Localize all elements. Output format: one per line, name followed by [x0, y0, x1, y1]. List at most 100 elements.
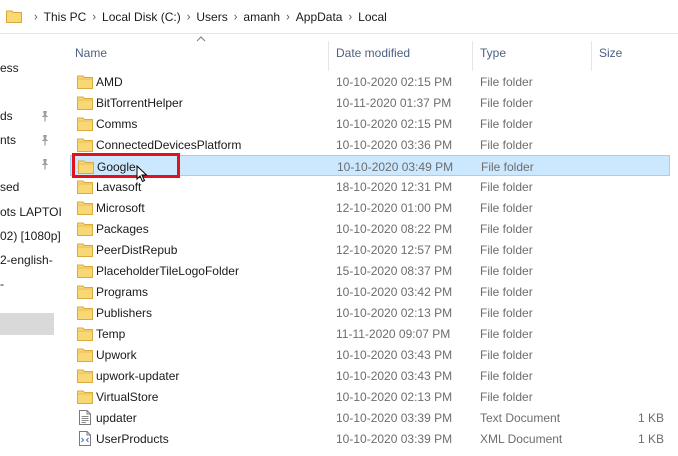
file-type: File folder [480, 369, 533, 383]
breadcrumb-item[interactable]: This PC [44, 10, 87, 24]
list-item[interactable]: updater 10-10-2020 03:39 PM Text Document 1… [70, 407, 670, 428]
file-type: File folder [480, 201, 533, 215]
navigation-pane[interactable]: ess ds nts sed ots LAPTOI 02) [1080p] 2-englis… [0, 35, 66, 456]
list-item[interactable]: VirtualStore 10-10-2020 02:13 PM File fold… [70, 386, 670, 407]
nav-item[interactable]: - [0, 277, 4, 291]
list-item[interactable]: UserProducts 10-10-2020 03:39 PM XML Docum… [70, 428, 670, 449]
folder-icon [77, 96, 93, 110]
folder-icon [78, 160, 94, 174]
file-name: PlaceholderTileLogoFolder [96, 264, 239, 278]
breadcrumb-item[interactable]: AppData [296, 10, 343, 24]
folder-icon [77, 180, 93, 194]
nav-item[interactable]: ds [0, 109, 13, 123]
list-item[interactable]: Publishers 10-10-2020 02:13 PM File folder [70, 302, 670, 323]
file-name: PeerDistRepub [96, 243, 178, 257]
file-type: File folder [480, 117, 533, 131]
file-date-modified: 10-10-2020 02:13 PM [336, 390, 453, 404]
breadcrumb-separator-icon[interactable]: › [34, 10, 38, 23]
breadcrumb-item[interactable]: amanh [243, 10, 280, 24]
file-date-modified: 10-10-2020 03:36 PM [336, 138, 453, 152]
file-type: File folder [480, 327, 533, 341]
breadcrumb-separator-icon[interactable]: › [348, 10, 352, 23]
file-date-modified: 10-10-2020 03:49 PM [337, 160, 454, 174]
list-item[interactable]: Packages 10-10-2020 08:22 PM File folder [70, 218, 670, 239]
folder-icon [77, 264, 93, 278]
breadcrumb-separator-icon[interactable]: › [234, 10, 238, 23]
file-name: VirtualStore [96, 390, 159, 404]
address-bar[interactable]: › This PC › Local Disk (C:) › Users › amanh › App… [0, 0, 678, 34]
breadcrumb-item[interactable]: Users [196, 10, 227, 24]
list-item[interactable]: PlaceholderTileLogoFolder 15-10-2020 08:3… [70, 260, 670, 281]
list-item[interactable]: upwork-updater 10-10-2020 03:43 PM File fo… [70, 365, 670, 386]
folder-icon [77, 75, 93, 89]
file-date-modified: 10-10-2020 02:15 PM [336, 75, 453, 89]
nav-item[interactable]: ots LAPTOI [0, 205, 62, 219]
file-type: XML Document [480, 432, 563, 446]
nav-item[interactable]: 2-english- [0, 253, 53, 267]
column-type-header[interactable]: Type [480, 46, 506, 60]
file-name: Lavasoft [96, 180, 142, 194]
list-item[interactable]: AMD 10-10-2020 02:15 PM File folder [70, 71, 670, 92]
mouse-cursor-icon [136, 165, 148, 183]
folder-icon [77, 222, 93, 236]
file-type: File folder [480, 348, 533, 362]
list-item[interactable]: Microsoft 12-10-2020 01:00 PM File folder [70, 197, 670, 218]
file-date-modified: 10-10-2020 02:13 PM [336, 306, 453, 320]
folder-icon [77, 390, 93, 404]
nav-item[interactable]: 02) [1080p] [0, 229, 61, 243]
breadcrumb-separator-icon[interactable]: › [286, 10, 290, 23]
list-item[interactable]: BitTorrentHelper 10-11-2020 01:37 PM File … [70, 92, 670, 113]
file-name: Programs [96, 285, 149, 299]
list-item[interactable]: Programs 10-10-2020 03:42 PM File folder [70, 281, 670, 302]
pin-icon[interactable] [40, 158, 50, 170]
list-item[interactable]: ConnectedDevicesPlatform 10-10-2020 03:36… [70, 134, 670, 155]
xml-document-icon [79, 431, 91, 446]
list-item[interactable]: Upwork 10-10-2020 03:43 PM File folder [70, 344, 670, 365]
file-name: Google [97, 160, 136, 174]
file-name: ConnectedDevicesPlatform [96, 138, 242, 152]
breadcrumb-separator-icon[interactable]: › [187, 10, 191, 23]
file-size: 1 KB [637, 432, 664, 446]
breadcrumb-item[interactable]: Local [358, 10, 387, 24]
column-name-header[interactable]: Name [75, 46, 107, 60]
file-date-modified: 10-10-2020 03:42 PM [336, 285, 453, 299]
pin-icon[interactable] [40, 134, 50, 146]
file-date-modified: 10-10-2020 03:43 PM [336, 369, 453, 383]
file-name: BitTorrentHelper [96, 96, 183, 110]
text-document-icon [79, 410, 91, 425]
folder-icon [77, 348, 93, 362]
list-item[interactable]: Temp 11-11-2020 09:07 PM File folder [70, 323, 670, 344]
sort-ascending-icon[interactable] [196, 35, 206, 43]
nav-item[interactable]: sed [0, 180, 19, 194]
nav-selected-item[interactable] [0, 313, 54, 335]
column-divider[interactable] [591, 41, 592, 71]
column-date-header[interactable]: Date modified [336, 46, 410, 60]
list-item[interactable]: PeerDistRepub 12-10-2020 12:57 PM File fol… [70, 239, 670, 260]
list-item[interactable]: Comms 10-10-2020 02:15 PM File folder [70, 113, 670, 134]
file-type: File folder [480, 222, 533, 236]
breadcrumb-separator-icon[interactable]: › [92, 10, 96, 23]
file-date-modified: 10-10-2020 02:15 PM [336, 117, 453, 131]
file-name: upwork-updater [96, 369, 180, 383]
column-divider[interactable] [472, 41, 473, 71]
list-item[interactable]: Lavasoft 18-10-2020 12:31 PM File folder [70, 176, 670, 197]
breadcrumb: › This PC › Local Disk (C:) › Users › amanh › App… [28, 0, 387, 34]
file-name: Publishers [96, 306, 153, 320]
file-date-modified: 12-10-2020 12:57 PM [336, 243, 453, 257]
file-date-modified: 10-10-2020 08:22 PM [336, 222, 453, 236]
nav-item[interactable]: ess [0, 61, 19, 75]
list-item[interactable]: Google 10-10-2020 03:49 PM File folder [70, 155, 670, 176]
breadcrumb-item[interactable]: Local Disk (C:) [102, 10, 181, 24]
file-date-modified: 10-10-2020 03:39 PM [336, 432, 453, 446]
file-date-modified: 10-10-2020 03:43 PM [336, 348, 453, 362]
file-date-modified: 15-10-2020 08:37 PM [336, 264, 453, 278]
pin-icon[interactable] [40, 110, 50, 122]
column-size-header[interactable]: Size [599, 46, 622, 60]
column-header: Name Date modified Type Size [66, 35, 678, 71]
file-name: Comms [96, 117, 138, 131]
nav-item[interactable]: nts [0, 133, 16, 147]
file-type: File folder [480, 285, 533, 299]
folder-icon [77, 285, 93, 299]
column-divider[interactable] [328, 41, 329, 71]
file-type: File folder [480, 180, 533, 194]
